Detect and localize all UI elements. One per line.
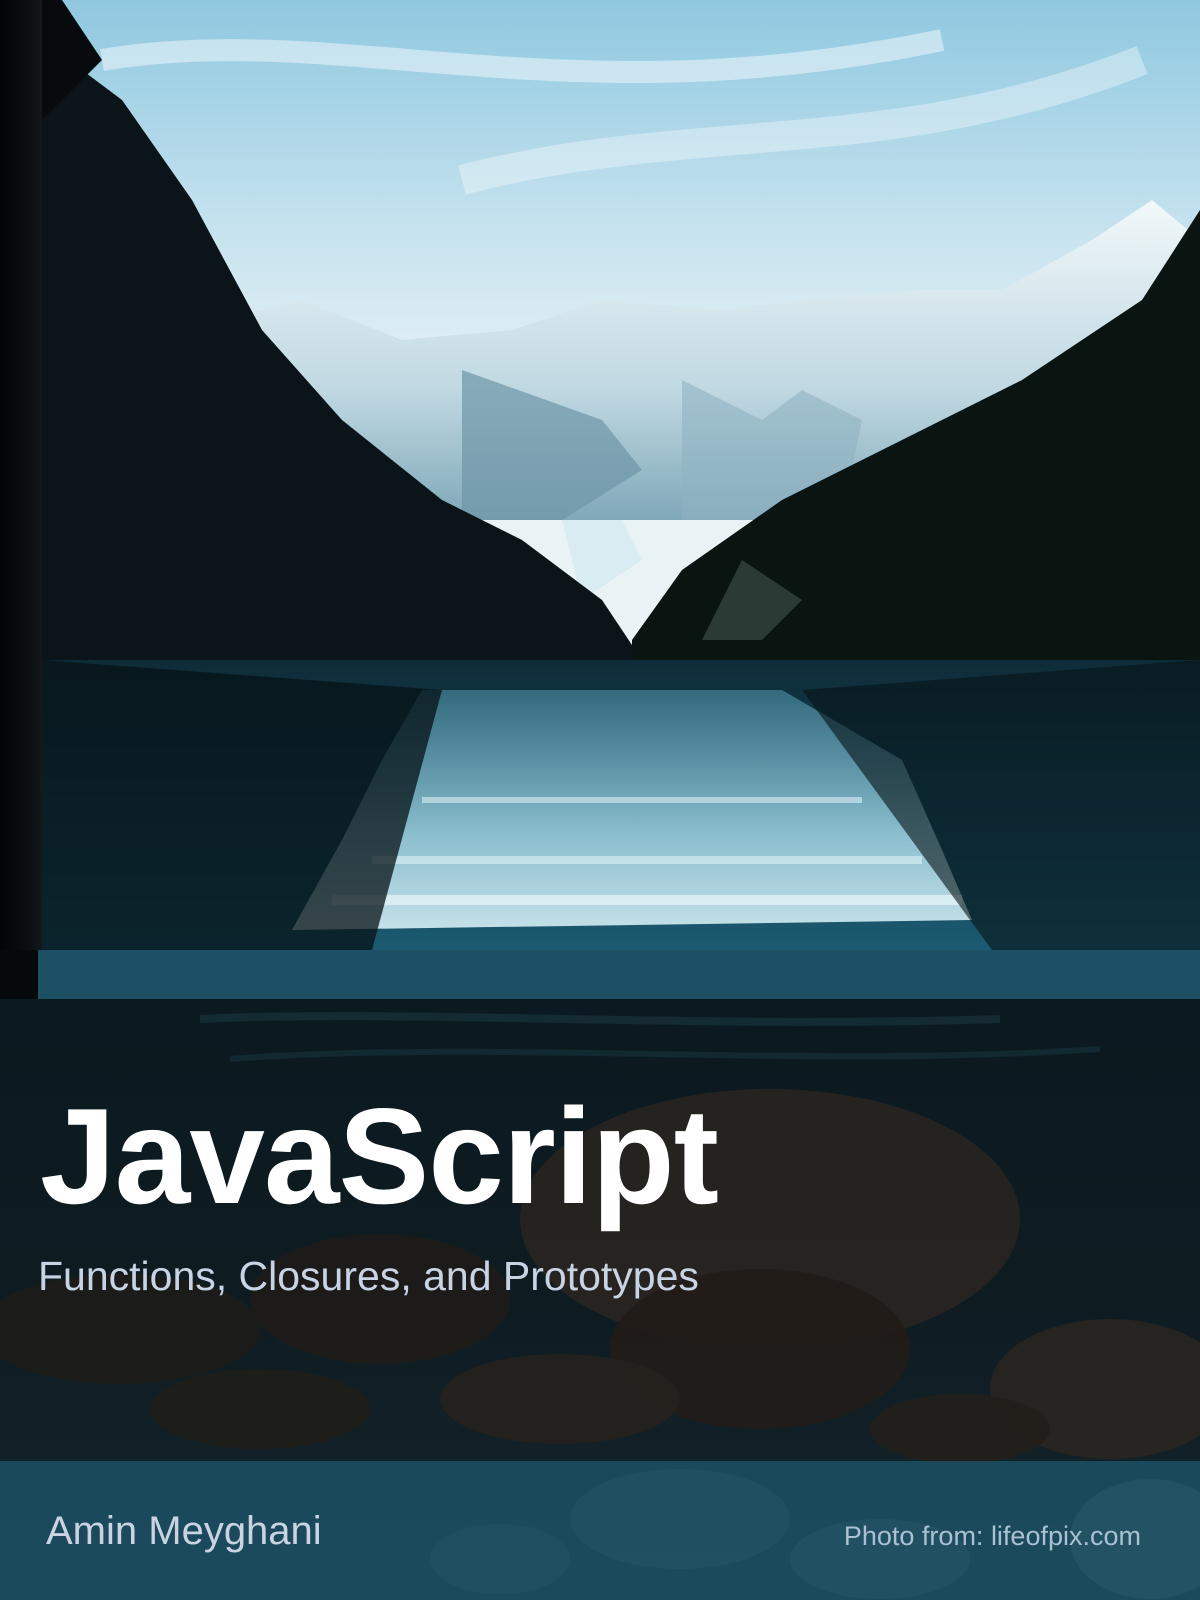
book-title: JavaScript (40, 1080, 719, 1232)
cover-photo (42, 0, 1200, 950)
spine-shadow (0, 0, 42, 950)
book-subtitle: Functions, Closures, and Prototypes (38, 1253, 699, 1299)
accent-band (38, 950, 1200, 999)
author-name: Amin Meyghani (46, 1509, 322, 1553)
book-cover: JavaScript Functions, Closures, and Prot… (0, 0, 1200, 1600)
photo-credit: Photo from: lifeofpix.com (843, 1521, 1141, 1551)
